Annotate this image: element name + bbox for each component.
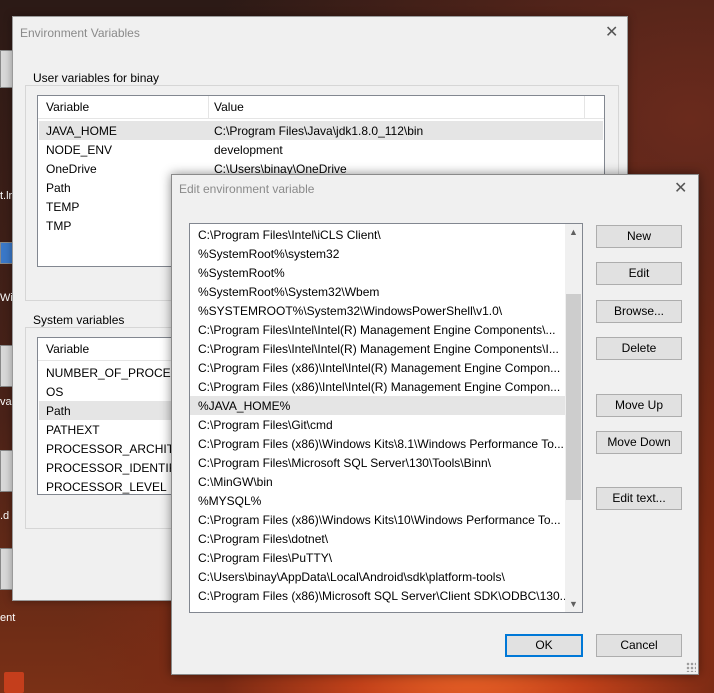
path-entry-text: C:\Program Files\Microsoft SQL Server\13…	[198, 456, 491, 470]
resize-grip[interactable]	[686, 662, 696, 672]
cancel-button[interactable]: Cancel	[596, 634, 682, 657]
desktop-icon-label: t.lr	[0, 190, 13, 202]
desktop-icon-label: Wi	[0, 292, 13, 304]
path-entry-text: C:\Program Files\Intel\iCLS Client\	[198, 228, 381, 242]
new-button[interactable]: New	[596, 225, 682, 248]
user-variables-label: User variables for binay	[31, 71, 162, 85]
table-row[interactable]: NODE_ENV development	[39, 140, 603, 159]
path-entry[interactable]: %SystemRoot%\System32\Wbem	[190, 282, 565, 301]
variable-name: Path	[46, 181, 71, 195]
column-header-variable[interactable]: Variable	[46, 342, 89, 356]
path-entry[interactable]: C:\Program Files (x86)\Intel\Intel(R) Ma…	[190, 358, 565, 377]
variable-name: JAVA_HOME	[46, 124, 117, 138]
path-entry-text: C:\Program Files\Intel\Intel(R) Manageme…	[198, 323, 556, 337]
path-entry[interactable]: C:\Program Files\PuTTY\	[190, 548, 565, 567]
path-entry-text: C:\Program Files (x86)\Windows Kits\10\W…	[198, 513, 561, 527]
path-entry[interactable]: C:\Program Files\Microsoft SQL Server\13…	[190, 453, 565, 472]
path-entry[interactable]: %SystemRoot%	[190, 263, 565, 282]
path-entry[interactable]: C:\Program Files\Intel\Intel(R) Manageme…	[190, 339, 565, 358]
path-entry[interactable]: %SYSTEMROOT%\System32\WindowsPowerShell\…	[190, 301, 565, 320]
path-entry-text: C:\Program Files (x86)\Intel\Intel(R) Ma…	[198, 361, 561, 375]
dialog-title: Environment Variables	[20, 26, 140, 40]
desktop-icon-label: .d	[0, 510, 10, 522]
path-entry-text: C:\Users\binay\AppData\Local\Android\sdk…	[198, 570, 505, 584]
column-divider[interactable]	[584, 96, 585, 118]
path-entry-text: C:\Program Files\Intel\Intel(R) Manageme…	[198, 342, 559, 356]
path-entry[interactable]: %SystemRoot%\system32	[190, 244, 565, 263]
variable-value: development	[214, 143, 283, 157]
variable-name: NODE_ENV	[46, 143, 113, 157]
path-entry[interactable]: C:\Program Files (x86)\Windows Kits\8.1\…	[190, 434, 565, 453]
path-entry-text: %MYSQL%	[198, 494, 262, 508]
close-icon[interactable]: ✕	[605, 25, 618, 41]
variable-name: TEMP	[46, 200, 80, 214]
path-entry-text: C:\Program Files\dotnet\	[198, 532, 329, 546]
path-entry[interactable]: C:\Program Files\dotnet\	[190, 529, 565, 548]
variable-name: TMP	[46, 219, 72, 233]
column-header-variable[interactable]: Variable	[46, 100, 89, 114]
path-entry-text: %SYSTEMROOT%\System32\WindowsPowerShell\…	[198, 304, 503, 318]
path-entry[interactable]: C:\Program Files (x86)\Windows Kits\10\W…	[190, 510, 565, 529]
ok-button[interactable]: OK	[505, 634, 583, 657]
powerpoint-icon[interactable]	[4, 672, 24, 693]
variable-name: PATHEXT	[46, 423, 100, 437]
path-entry-text: C:\Program Files\PuTTY\	[198, 551, 333, 565]
path-entry[interactable]: C:\MinGW\bin	[190, 472, 565, 491]
path-entry[interactable]: C:\Program Files\Intel\Intel(R) Manageme…	[190, 320, 565, 339]
path-entry-text: %SystemRoot%	[198, 266, 285, 280]
variable-value: C:\Program Files\Java\jdk1.8.0_112\bin	[214, 124, 424, 138]
path-entry-text: C:\Program Files (x86)\Windows Kits\8.1\…	[198, 437, 564, 451]
column-header-value[interactable]: Value	[214, 100, 244, 114]
edit-environment-variable-dialog: Edit environment variable ✕ C:\Program F…	[171, 174, 699, 675]
variable-name: OS	[46, 385, 64, 399]
path-entries-list[interactable]: C:\Program Files\Intel\iCLS Client\ %Syst…	[189, 223, 583, 613]
path-entry-text: C:\MinGW\bin	[198, 475, 273, 489]
desktop-icon-label: va	[0, 396, 12, 408]
close-icon[interactable]: ✕	[674, 181, 687, 197]
variable-name: Path	[46, 404, 71, 418]
path-entry-text: C:\Program Files\Git\cmd	[198, 418, 333, 432]
path-entry[interactable]: C:\Program Files (x86)\Microsoft SQL Ser…	[190, 586, 565, 605]
scroll-down-arrow-icon[interactable]: ▼	[569, 599, 578, 609]
path-entry-text: C:\Program Files (x86)\Intel\Intel(R) Ma…	[198, 380, 561, 394]
scrollbar-thumb[interactable]	[566, 294, 581, 500]
path-entry[interactable]: %JAVA_HOME%	[190, 396, 565, 415]
path-entry[interactable]: C:\Program Files (x86)\Intel\Intel(R) Ma…	[190, 377, 565, 396]
move-down-button[interactable]: Move Down	[596, 431, 682, 454]
table-row[interactable]: JAVA_HOME C:\Program Files\Java\jdk1.8.0…	[39, 121, 603, 140]
path-entry[interactable]: C:\Program Files\Intel\iCLS Client\	[190, 225, 565, 244]
vertical-scrollbar[interactable]: ▲ ▼	[565, 224, 582, 612]
path-entry-text: %SystemRoot%\system32	[198, 247, 340, 261]
desktop-icon-label: ent	[0, 612, 16, 624]
edit-text-button[interactable]: Edit text...	[596, 487, 682, 510]
edit-button[interactable]: Edit	[596, 262, 682, 285]
browse-button[interactable]: Browse...	[596, 300, 682, 323]
system-variables-label: System variables	[31, 313, 127, 327]
path-entry-text: %JAVA_HOME%	[198, 399, 291, 413]
path-entry[interactable]: C:\Program Files\Git\cmd	[190, 415, 565, 434]
list-header: Variable Value	[38, 96, 604, 119]
path-entry[interactable]: C:\Users\binay\AppData\Local\Android\sdk…	[190, 567, 565, 586]
path-entry-text: C:\Program Files (x86)\Microsoft SQL Ser…	[198, 589, 565, 603]
path-entry[interactable]: %MYSQL%	[190, 491, 565, 510]
path-entry-text: %SystemRoot%\System32\Wbem	[198, 285, 380, 299]
move-up-button[interactable]: Move Up	[596, 394, 682, 417]
delete-button[interactable]: Delete	[596, 337, 682, 360]
variable-name: OneDrive	[46, 162, 97, 176]
column-divider[interactable]	[208, 96, 209, 118]
scroll-up-arrow-icon[interactable]: ▲	[569, 227, 578, 237]
dialog-title: Edit environment variable	[179, 182, 315, 196]
variable-name: PROCESSOR_LEVEL	[46, 480, 167, 494]
